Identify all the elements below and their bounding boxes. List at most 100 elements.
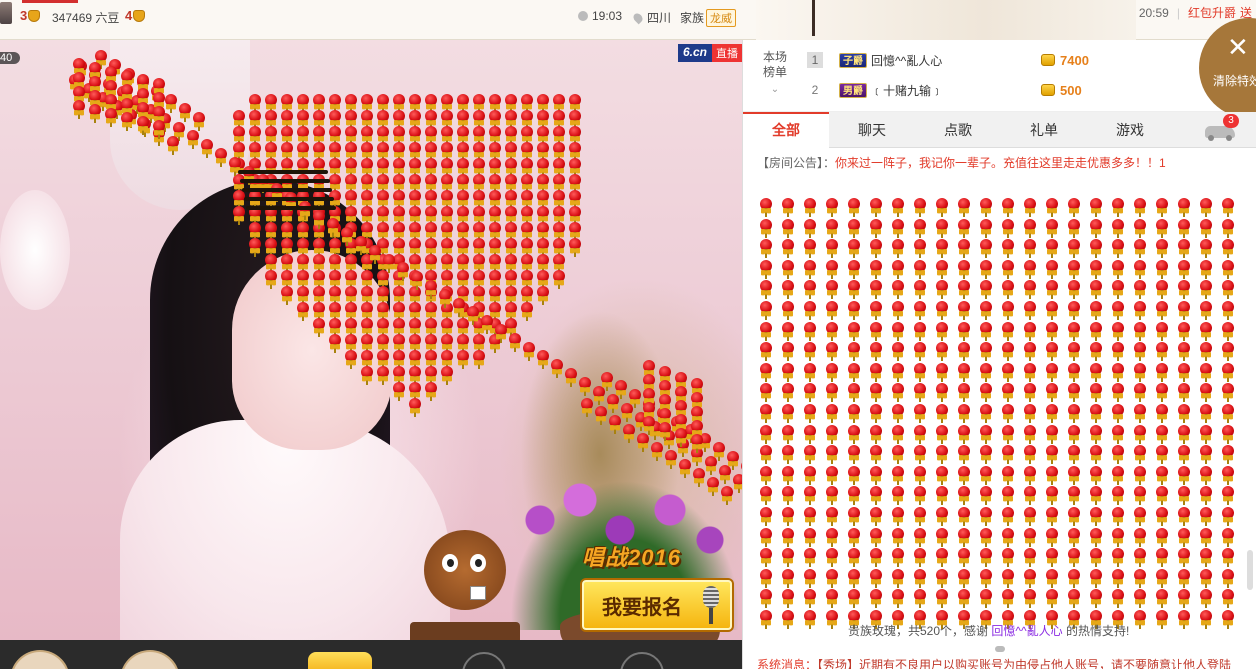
rose-icon <box>70 100 88 120</box>
rose-icon <box>1131 198 1149 218</box>
rose-icon <box>1109 383 1127 403</box>
ranking-label[interactable]: 本场 榜单 ⌄ <box>753 50 797 97</box>
rose-icon <box>550 110 568 130</box>
rose-icon <box>955 507 973 527</box>
rose-icon <box>1043 280 1061 300</box>
rose-icon <box>1087 239 1105 259</box>
rose-icon <box>406 238 424 258</box>
guardian-avatar[interactable] <box>120 650 180 669</box>
rose-icon <box>534 190 552 210</box>
rose-icon <box>1043 548 1061 568</box>
tab-chat[interactable]: 聊天 <box>829 112 915 148</box>
rose-icon <box>1153 486 1171 506</box>
rose-icon <box>1197 424 1215 445</box>
rose-icon <box>438 94 456 114</box>
rose-icon <box>278 126 296 146</box>
rose-icon <box>1109 301 1127 321</box>
ranking-row[interactable]: 1 子爵 回憶^^亂人心 7400 <box>807 45 1197 75</box>
red-packet-upgrade-link[interactable]: 红包升爵 <box>1188 6 1236 20</box>
beaver-mascot[interactable] <box>410 530 520 640</box>
rose-icon <box>779 486 797 506</box>
rose-icon <box>845 342 863 362</box>
guardian-avatar[interactable] <box>10 650 70 669</box>
rose-icon <box>999 383 1017 403</box>
tab-all[interactable]: 全部 <box>743 112 829 148</box>
rose-icon <box>1043 239 1061 259</box>
rose-icon <box>999 218 1017 239</box>
rose-icon <box>406 222 424 242</box>
rose-icon <box>422 350 440 370</box>
rose-icon <box>390 366 408 386</box>
rose-icon <box>1175 342 1193 362</box>
rose-icon <box>422 254 440 274</box>
rose-icon <box>779 465 797 486</box>
rose-icon <box>1109 239 1127 259</box>
rose-icon <box>688 392 706 412</box>
rose-icon <box>422 382 440 402</box>
singing-contest-promo[interactable]: 唱战2016 我要报名 <box>582 540 732 630</box>
rose-icon <box>1109 507 1127 527</box>
gift-gold-button[interactable] <box>308 652 372 669</box>
rose-icon <box>454 286 472 306</box>
rose-icon <box>1219 218 1237 239</box>
chat-scrollbar-thumb[interactable] <box>1247 550 1253 590</box>
rose-icon <box>1109 568 1127 589</box>
rose-icon <box>1065 259 1083 280</box>
family-badge[interactable]: 龙威 <box>706 9 737 27</box>
room-family[interactable]: 家族 龙威 <box>680 9 737 27</box>
rose-icon <box>1087 589 1105 609</box>
rose-icon <box>867 342 885 362</box>
room-location-text: 四川 <box>647 11 672 25</box>
ranking-username[interactable]: ﹝十赌九输﹞ <box>871 82 1041 99</box>
rose-icon <box>406 286 424 306</box>
rose-icon <box>86 62 104 82</box>
tab-gift-list[interactable]: 礼单 <box>1001 112 1087 148</box>
rose-icon <box>823 507 841 527</box>
announcement-text: 你来过一阵子，我记你一辈子。充值往这里走走优惠多多！！1 <box>835 156 1166 170</box>
gift-thanks-suffix: 的热情支持! <box>1065 624 1130 638</box>
rose-icon <box>294 126 312 146</box>
rose-icon <box>1197 259 1215 280</box>
chevron-down-icon[interactable]: ⌄ <box>753 82 797 97</box>
ranking-username[interactable]: 回憶^^亂人心 <box>871 52 1041 69</box>
rose-icon <box>1131 548 1149 568</box>
rose-icon <box>566 174 584 194</box>
rose-icon <box>1021 404 1039 424</box>
rose-icon <box>911 259 929 280</box>
ranking-score: 7400 <box>1060 52 1089 68</box>
beaver-head <box>424 530 506 610</box>
rose-icon <box>1219 301 1237 321</box>
chat-messages[interactable] <box>743 178 1256 648</box>
chat-scrollbar[interactable] <box>1247 180 1253 648</box>
rose-icon <box>278 110 296 130</box>
rose-icon <box>1109 362 1127 383</box>
anchor-avatar-thumb[interactable] <box>0 2 12 24</box>
location-pin-icon <box>631 11 645 25</box>
rose-icon <box>911 486 929 506</box>
ranking-row[interactable]: 2 男爵 ﹝十赌九输﹞ 500 <box>807 75 1197 105</box>
live-video[interactable]: 40 6.cn 直播 唱战2016 我要报名 <box>0 40 742 640</box>
tool-circle-button[interactable] <box>462 652 506 669</box>
rose-icon <box>1109 259 1127 280</box>
rose-icon <box>1087 342 1105 362</box>
rose-icon <box>502 142 520 162</box>
tab-song-request[interactable]: 点歌 <box>915 112 1001 148</box>
gift-sender-name[interactable]: 回憶^^亂人心 <box>991 624 1062 638</box>
rose-icon <box>566 126 584 146</box>
rose-icon <box>801 342 819 362</box>
rose-icon <box>70 86 88 106</box>
signup-button[interactable]: 我要报名 <box>582 580 732 630</box>
rose-icon <box>977 445 995 465</box>
rose-icon <box>779 198 797 218</box>
rose-icon <box>889 507 907 527</box>
tab-games[interactable]: 游戏 <box>1087 112 1173 148</box>
rose-icon <box>92 50 110 70</box>
chat-divider-handle[interactable] <box>995 646 1005 652</box>
top-bar: 3 347469 六豆 4 19:03 四川 家族 龙威 20:59 | 红包升爵送 <box>0 0 1256 40</box>
rose-icon <box>779 445 797 465</box>
rose-icon <box>801 218 819 239</box>
rose-icon <box>1065 568 1083 589</box>
tab-vehicles[interactable]: 3 <box>1205 114 1239 141</box>
tool-circle-button[interactable] <box>620 652 664 669</box>
rose-icon <box>1175 445 1193 465</box>
